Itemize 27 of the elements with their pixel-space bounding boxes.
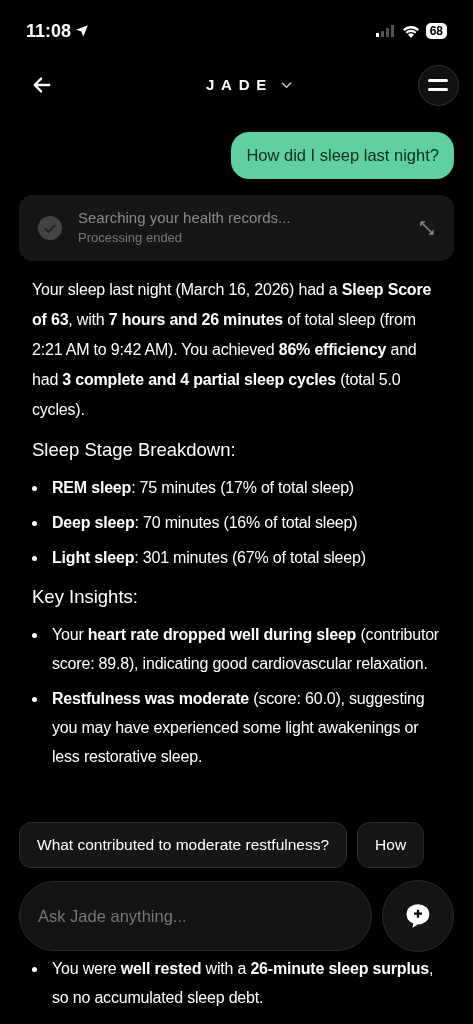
user-message-bubble: How did I sleep last night? [231, 132, 454, 179]
answer-paragraph: Your sleep last night (March 16, 2026) had a Sleep Score of 63, with 7 hours and 26 minutes of total sleep (from 2:21 AM to 9:42 AM). You achieved 86% efficiency and had 3 complete and 4 partial sleep cycles (total 5.0 cycles). [32, 279, 433, 420]
bullet-text: REM sleep: 75 minutes (17% of total sleep) [52, 477, 354, 498]
bullet-text: Restfulness was moderate (score: 60.0), suggesting you may have experienced some light awakenings or less restorative sleep. [52, 688, 426, 767]
wifi-icon [401, 24, 420, 38]
message-input[interactable]: Ask Jade anything... [19, 881, 372, 951]
expand-icon[interactable] [419, 219, 435, 236]
bullet-text: Your heart rate dropped well during sleep (contributor score: 89.8), indicating good cardiovascular relaxation. [52, 624, 440, 674]
tool-status-title: Searching your health records... [78, 207, 292, 228]
section-heading: Key Insights: [32, 584, 139, 609]
chevron-down-icon [281, 81, 292, 89]
location-arrow-icon [75, 24, 90, 38]
suggestion-chip[interactable]: How [357, 822, 425, 868]
bullet-text: You were well rested with a 26-minute sleep surplus, so no accumulated sleep debt. [52, 959, 435, 1008]
battery-indicator: 68 [425, 23, 447, 39]
back-arrow-icon [31, 74, 53, 96]
suggestion-chip[interactable]: What contributed to moderate restfulness? [19, 822, 348, 868]
assistant-selector[interactable]: JADE [206, 73, 292, 97]
menu-button[interactable] [418, 64, 459, 106]
signal-icon [375, 25, 396, 37]
bullet-text: Deep sleep: 70 minutes (16% of total sleep) [52, 512, 358, 533]
bullet-text: Light sleep: 301 minutes (67% of total sleep) [52, 547, 366, 568]
menu-icon [428, 79, 449, 91]
chat-plus-icon [405, 903, 431, 929]
status-time: 11:08 [26, 19, 72, 43]
tool-status-subtitle: Processing ended [78, 228, 184, 247]
section-heading: Sleep Stage Breakdown: [32, 437, 237, 462]
